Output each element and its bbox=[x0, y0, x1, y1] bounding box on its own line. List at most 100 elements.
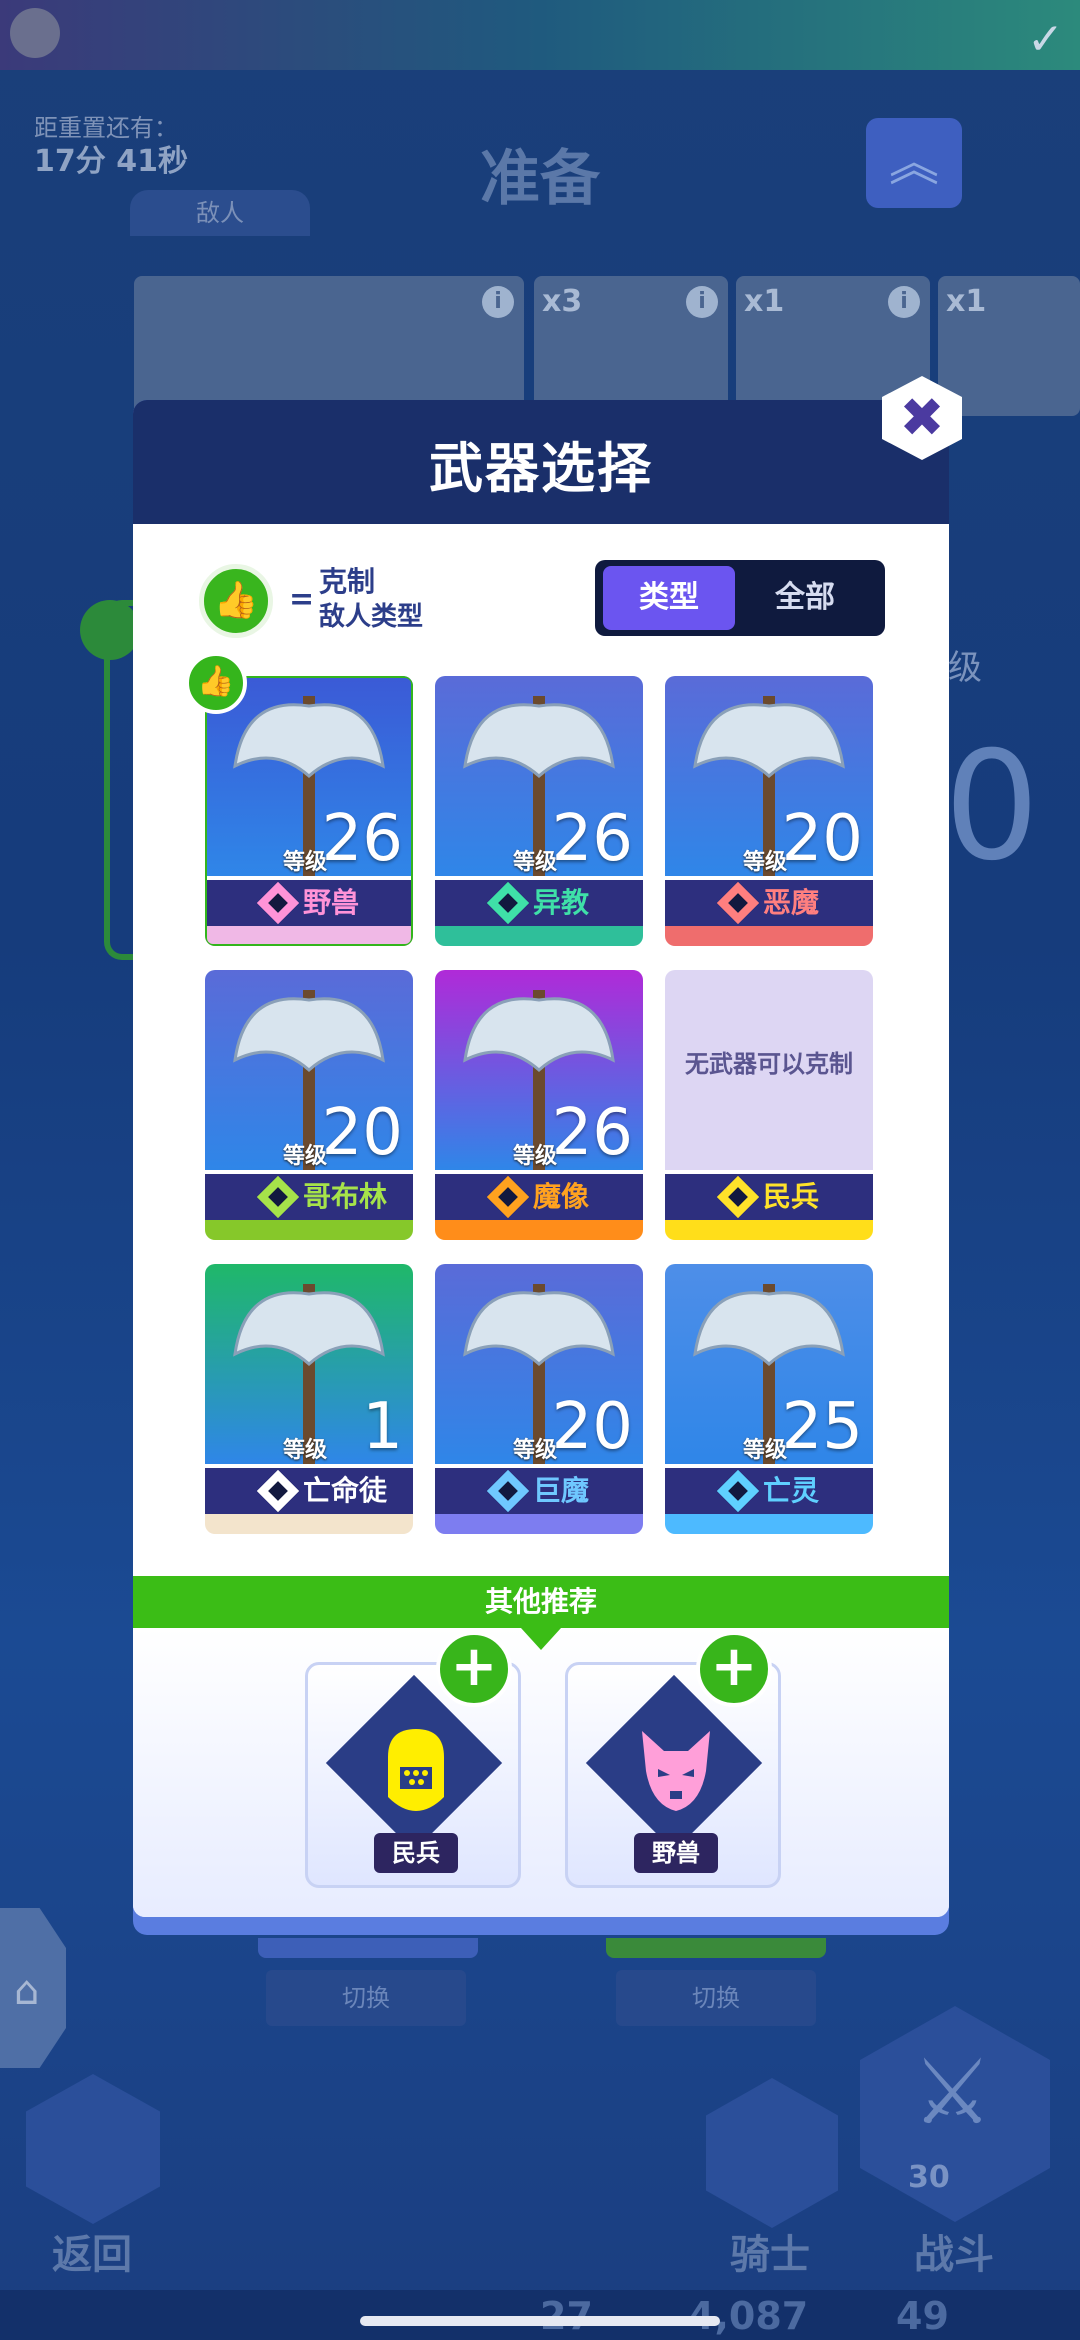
expand-button[interactable]: ︽ bbox=[866, 118, 962, 208]
switch-bar-left bbox=[258, 1938, 478, 1958]
thumbs-up-icon bbox=[80, 600, 140, 660]
back-button[interactable] bbox=[26, 2074, 160, 2224]
weapon-card[interactable]: 等级 20 巨魔 bbox=[435, 1264, 643, 1534]
enemy-card[interactable]: x1 bbox=[938, 276, 1080, 416]
recommend-area bbox=[133, 1628, 949, 1917]
enemy-count: x3 bbox=[542, 284, 583, 319]
enemy-card[interactable]: x3 i bbox=[534, 276, 728, 416]
bottom-bar: 27 4,087 49 bbox=[0, 2290, 1080, 2340]
home-indicator bbox=[360, 2316, 720, 2326]
home-icon: ⌂ bbox=[14, 1968, 40, 2014]
weapon-card[interactable]: 等级 26 异教 bbox=[435, 676, 643, 946]
knight-button[interactable] bbox=[706, 2078, 838, 2228]
level-value: 26 bbox=[551, 802, 633, 876]
card-footer bbox=[435, 926, 643, 946]
level-value: 20 bbox=[551, 1390, 633, 1464]
filter-toggle: 类型 全部 bbox=[595, 560, 885, 636]
card-footer bbox=[665, 1220, 873, 1240]
enemy-type-label: 异教 bbox=[533, 886, 590, 919]
enemy-type-icon bbox=[716, 880, 760, 926]
recommend-card[interactable]: 野兽 + bbox=[565, 1631, 781, 1888]
toggle-type[interactable]: 类型 bbox=[603, 566, 735, 630]
legend-equals: = bbox=[289, 582, 315, 617]
currency-value: 49 bbox=[896, 2294, 949, 2338]
level-label: 等级 bbox=[513, 1438, 558, 1463]
recommend-card[interactable]: 民兵 + bbox=[305, 1631, 521, 1888]
card-footer bbox=[205, 1514, 413, 1534]
level-label: 等级 bbox=[513, 1144, 558, 1169]
info-icon[interactable]: i bbox=[686, 286, 718, 318]
card-footer bbox=[665, 926, 873, 946]
weapon-card[interactable]: 等级 1 亡命徒 bbox=[205, 1264, 413, 1534]
card-footer bbox=[435, 1220, 643, 1240]
weapon-card[interactable]: 等级 26 魔像 bbox=[435, 970, 643, 1240]
level-value: 25 bbox=[781, 1390, 863, 1464]
thumbs-up-icon: 👍 bbox=[185, 652, 247, 714]
weapon-card[interactable]: 等级 26 野兽 bbox=[205, 676, 413, 946]
weapon-card[interactable]: 等级 25 亡灵 bbox=[665, 1264, 873, 1534]
enemy-type-icon bbox=[716, 1468, 760, 1514]
back-label: 返回 bbox=[52, 2232, 132, 2278]
level-label: 等级 bbox=[283, 1144, 328, 1169]
level-value: 26 bbox=[551, 1096, 633, 1170]
knight-label: 骑士 bbox=[730, 2232, 810, 2278]
enemy-type-label: 巨魔 bbox=[533, 1474, 590, 1507]
recommend-banner: 其他推荐 bbox=[133, 1576, 949, 1628]
level-label: 等级 bbox=[513, 850, 558, 875]
modal-header: 武器选择 bbox=[133, 400, 949, 524]
right-level-digit: 0 bbox=[944, 720, 1040, 894]
swords-icon: ⚔ bbox=[912, 2040, 993, 2145]
level-value: 20 bbox=[321, 1096, 403, 1170]
enemy-type-icon bbox=[486, 880, 530, 926]
enemy-type-icon bbox=[256, 1174, 300, 1220]
enemy-type-label: 哥布林 bbox=[303, 1180, 388, 1213]
enemy-type-label: 魔像 bbox=[533, 1180, 590, 1213]
modal-body: 👍 = 克制 敌人类型 类型 全部 等级 26 野兽 👍 等级 26 异教 等级 20 恶魔 等级 2… bbox=[133, 524, 949, 1917]
info-icon[interactable]: i bbox=[888, 286, 920, 318]
battle-cost: 30 bbox=[908, 2160, 950, 2195]
recommend-arrow bbox=[521, 1628, 561, 1650]
enemy-count: x1 bbox=[744, 284, 785, 319]
enemy-type-icon bbox=[486, 1174, 530, 1220]
recommend-label: 民兵 bbox=[374, 1833, 458, 1873]
beast-icon bbox=[642, 1731, 710, 1811]
legend-subtitle: 敌人类型 bbox=[319, 602, 424, 632]
enemy-type-label: 亡命徒 bbox=[303, 1474, 388, 1507]
card-footer bbox=[435, 1514, 643, 1534]
card-footer bbox=[665, 1514, 873, 1534]
chevron-up-icon: ︽ bbox=[889, 134, 939, 192]
weapon-card[interactable]: 等级 20 哥布林 bbox=[205, 970, 413, 1240]
no-weapon-message: 无武器可以克制 bbox=[685, 1050, 853, 1078]
add-button[interactable]: + bbox=[436, 1631, 512, 1707]
recommend-label: 野兽 bbox=[634, 1833, 718, 1873]
enemy-type-label: 恶魔 bbox=[763, 886, 820, 919]
selected-outline bbox=[205, 676, 413, 946]
enemy-type-label: 亡灵 bbox=[763, 1474, 820, 1507]
switch-button-left[interactable]: 切换 bbox=[266, 1970, 466, 2026]
enemy-type-icon bbox=[716, 1174, 760, 1220]
home-button[interactable]: ⌂ bbox=[0, 1908, 66, 2068]
level-value: 1 bbox=[362, 1390, 403, 1464]
enemy-card[interactable]: i bbox=[134, 276, 524, 416]
level-label: 等级 bbox=[743, 850, 788, 875]
level-label: 等级 bbox=[743, 1438, 788, 1463]
info-icon[interactable]: i bbox=[482, 286, 514, 318]
modal-title: 武器选择 bbox=[429, 437, 653, 500]
thumbs-up-icon: 👍 bbox=[199, 564, 273, 638]
enemy-type-icon bbox=[486, 1468, 530, 1514]
check-icon: ✓ bbox=[1027, 14, 1064, 65]
legend-title: 克制 bbox=[319, 565, 376, 598]
weapon-card[interactable]: 无武器可以克制民兵 bbox=[665, 970, 873, 1240]
switch-button-right[interactable]: 切换 bbox=[616, 1970, 816, 2026]
card-footer bbox=[205, 1220, 413, 1240]
add-button[interactable]: + bbox=[696, 1631, 772, 1707]
level-label: 等级 bbox=[283, 1438, 328, 1463]
level-value: 20 bbox=[781, 802, 863, 876]
weapon-select-modal: 武器选择 👍 = 克制 敌人类型 类型 全部 等级 26 野兽 👍 等级 26 异教 等级 20… bbox=[133, 400, 949, 1935]
weapon-card[interactable]: 等级 20 恶魔 bbox=[665, 676, 873, 946]
enemy-tab[interactable]: 敌人 bbox=[130, 190, 310, 236]
battle-label: 战斗 bbox=[914, 2232, 994, 2278]
enemy-type-label: 民兵 bbox=[763, 1180, 820, 1213]
switch-bar-right bbox=[606, 1938, 826, 1958]
toggle-all[interactable]: 全部 bbox=[739, 566, 871, 630]
